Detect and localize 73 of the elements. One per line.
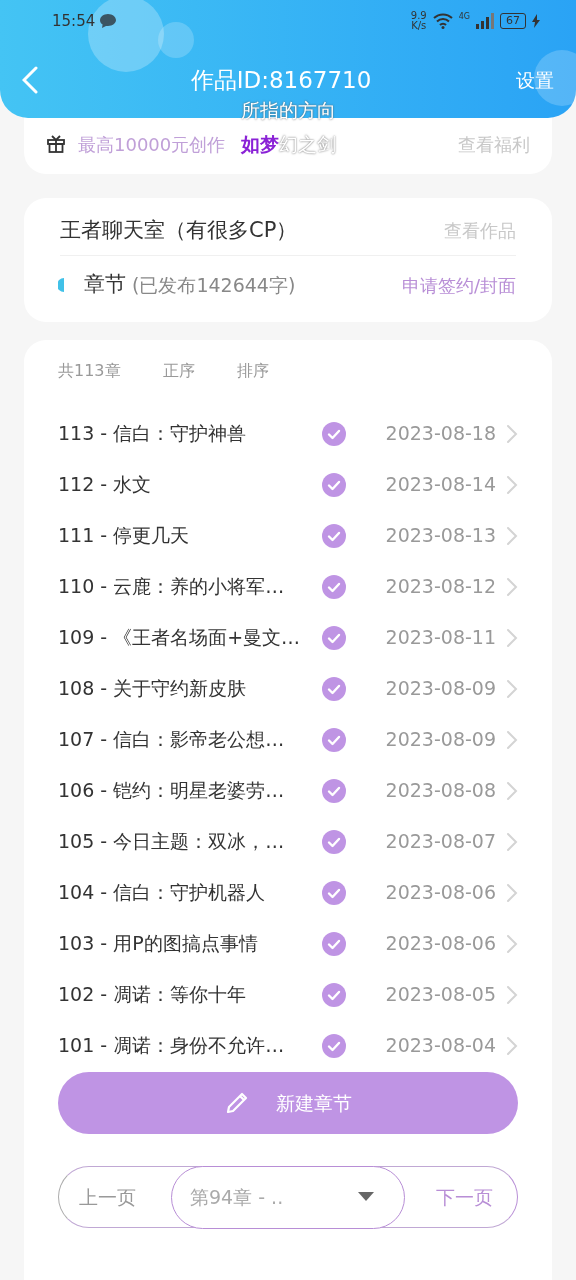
chapter-title: 105 - 今日主题：双冰，… [58,829,286,855]
charging-icon [532,14,540,28]
chapter-row[interactable]: 104 - 信白：守护机器人 2023-08-06 [58,867,518,918]
chapter-row[interactable]: 101 - 凋诺：身份不允许… 2023-08-04 [58,1020,518,1071]
lyric-line: 如梦幻之剑 [240,132,336,157]
chapter-date: 2023-08-14 [385,472,496,498]
chapter-title: 102 - 凋诺：等你十年 [58,982,248,1008]
chevron-right-icon [506,882,518,903]
chapter-date: 2023-08-09 [385,727,496,753]
chevron-right-icon [506,984,518,1005]
message-icon [99,13,118,29]
net-speed-value: 9.9 [410,11,427,21]
network-type: 4G [458,11,470,23]
chevron-right-icon [506,474,518,495]
chapter-row[interactable]: 109 - 《王者名场面+曼文… 2023-08-11 [58,612,518,663]
chevron-right-icon [506,678,518,699]
wifi-icon [432,13,453,29]
chapter-date: 2023-08-06 [385,931,496,957]
banner-text: 最高10000元创作 [78,132,226,157]
chapter-row[interactable]: 105 - 今日主题：双冰，… 2023-08-07 [58,816,518,867]
chapter-title: 103 - 用P的图搞点事情 [58,931,259,957]
chapter-title: 107 - 信白：影帝老公想… [58,727,286,753]
chapter-row[interactable]: 107 - 信白：影帝老公想… 2023-08-09 [58,714,518,765]
chapter-row[interactable]: 112 - 水文 2023-08-14 [58,459,518,510]
gift-icon [46,134,66,154]
header-title: 作品ID:8167710 [189,65,373,95]
chapter-date: 2023-08-05 [385,982,496,1008]
chapter-title: 110 - 云鹿：养的小将军… [58,574,286,600]
chapters-label: 章节 [84,271,126,299]
chapter-date: 2023-08-04 [385,1033,496,1059]
chapter-title: 101 - 凋诺：身份不允许… [58,1033,286,1059]
chapter-title: 109 - 《王者名场面+曼文… [58,625,302,651]
chapter-row[interactable]: 106 - 铠约：明星老婆劳… 2023-08-08 [58,765,518,816]
chevron-right-icon [506,627,518,648]
chevron-right-icon [506,423,518,444]
chapter-date: 2023-08-12 [385,574,496,600]
signal-icon [476,13,494,29]
chapter-row[interactable]: 102 - 凋诺：等你十年 2023-08-05 [58,969,518,1020]
chevron-right-icon [506,933,518,954]
chevron-right-icon [506,1035,518,1056]
chevron-right-icon [506,780,518,801]
chapter-date: 2023-08-11 [385,625,496,651]
chapter-date: 2023-08-07 [385,829,496,855]
chapter-date: 2023-08-06 [385,880,496,906]
chapter-date: 2023-08-18 [385,421,496,447]
published-count: (已发布142644字) [132,272,296,298]
chevron-right-icon [506,525,518,546]
chapter-row[interactable]: 103 - 用P的图搞点事情 2023-08-06 [58,918,518,969]
chevron-right-icon [506,729,518,750]
dropdown-caret-icon [358,1192,374,1202]
chapter-title: 113 - 信白：守护神兽 [58,421,248,447]
net-speed-unit: K/s [411,21,427,31]
chapter-title: 111 - 停更几天 [58,523,191,549]
chapter-title: 104 - 信白：守护机器人 [58,880,267,906]
chapter-title: 108 - 关于守约新皮肤 [58,676,248,702]
chapter-title: 106 - 铠约：明星老婆劳… [58,778,286,804]
chapter-row[interactable]: 111 - 停更几天 2023-08-13 [58,510,518,561]
battery-level: 67 [500,13,526,29]
pencil-icon [224,1090,250,1116]
chapter-title: 112 - 水文 [58,472,153,498]
chapter-date: 2023-08-13 [385,523,496,549]
lyric-line: 所指的方向 [240,98,336,123]
chapter-row[interactable]: 113 - 信白：守护神兽 2023-08-18 [58,408,518,459]
chapter-row[interactable]: 110 - 云鹿：养的小将军… 2023-08-12 [58,561,518,612]
back-icon [22,66,38,94]
chevron-right-icon [506,831,518,852]
chapter-date: 2023-08-08 [385,778,496,804]
chevron-right-icon [506,576,518,597]
work-title: 王者聊天室（有很多CP） [60,216,298,244]
chapter-row[interactable]: 108 - 关于守约新皮肤 2023-08-09 [58,663,518,714]
chapter-date: 2023-08-09 [385,676,496,702]
chapter-total: 共113章 [58,360,121,382]
status-time: 15:54 [52,10,96,32]
